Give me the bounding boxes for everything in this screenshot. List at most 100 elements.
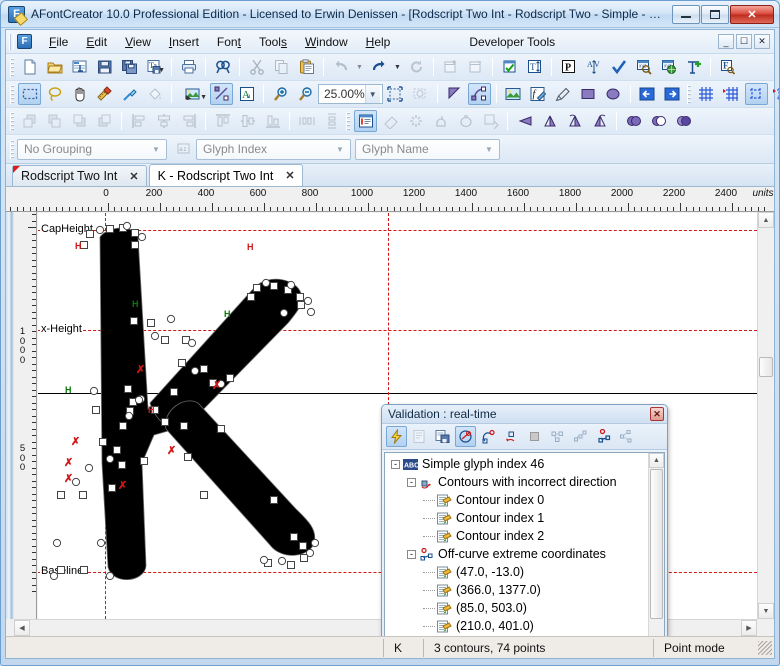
on-curve-point[interactable] <box>297 301 305 309</box>
insert-character-icon[interactable] <box>682 56 705 78</box>
on-curve-point[interactable] <box>300 554 308 562</box>
on-curve-point[interactable] <box>270 496 278 504</box>
off-curve-extreme-icon[interactable] <box>593 426 614 447</box>
off-curve-point[interactable] <box>306 307 316 317</box>
grid-icon[interactable] <box>695 83 718 105</box>
on-curve-point[interactable] <box>86 230 94 238</box>
off-curve-point[interactable] <box>286 280 296 290</box>
menu-window[interactable]: Window <box>296 32 357 52</box>
freehand-icon[interactable]: f <box>527 83 550 105</box>
vertical-ruler[interactable]: 1000 500 <box>14 212 37 619</box>
vertical-scroll-thumb[interactable] <box>759 357 773 377</box>
close-icon[interactable]: ✕ <box>650 407 664 421</box>
metrics-icon[interactable]: T <box>523 56 546 78</box>
chevron-down-icon[interactable]: ▼ <box>200 94 207 101</box>
save-font-as-icon[interactable]: Ta ▼ <box>143 56 166 78</box>
run-validation-icon[interactable] <box>386 426 407 447</box>
on-curve-point[interactable] <box>217 425 225 433</box>
off-curve-point[interactable] <box>277 556 287 566</box>
on-curve-point[interactable] <box>119 422 127 430</box>
toolbar-grip[interactable] <box>10 57 14 77</box>
chevron-down-icon[interactable]: ▼ <box>481 145 497 154</box>
node-graph-icon[interactable] <box>616 426 637 447</box>
glyph-index-combo[interactable]: Glyph Index ▼ <box>196 138 351 160</box>
on-curve-point[interactable] <box>118 461 126 469</box>
postscript-icon[interactable]: P <box>557 56 580 78</box>
print-icon[interactable] <box>177 56 200 78</box>
zoom-out-icon[interactable] <box>294 83 317 105</box>
pan-hand-icon[interactable] <box>68 83 91 105</box>
menu-app-icon[interactable]: F <box>17 34 32 49</box>
guidelines-icon[interactable] <box>744 83 768 105</box>
off-curve-point[interactable] <box>150 331 160 341</box>
ellipse-icon[interactable] <box>602 83 625 105</box>
tree-expander-icon[interactable]: - <box>407 549 416 559</box>
minimize-button[interactable] <box>672 4 700 24</box>
measure-ruler-icon[interactable] <box>93 83 116 105</box>
on-curve-point[interactable] <box>124 385 132 393</box>
scroll-up-icon[interactable]: ▲ <box>758 212 774 228</box>
chevron-down-icon[interactable]: ▼ <box>332 145 348 154</box>
toolbar-grip[interactable] <box>346 111 350 131</box>
new-file-icon[interactable] <box>18 56 41 78</box>
preview-icon[interactable]: xyz <box>632 56 655 78</box>
incorrect-direction-icon[interactable] <box>501 426 522 447</box>
contour-direction-icon[interactable] <box>455 426 476 447</box>
tree-leaf-item[interactable]: Contour index 0 <box>385 491 648 509</box>
find-icon[interactable] <box>211 56 234 78</box>
on-curve-point[interactable] <box>131 241 139 249</box>
on-curve-point[interactable] <box>270 282 278 290</box>
on-curve-point[interactable] <box>253 284 261 292</box>
on-curve-point[interactable] <box>200 365 208 373</box>
tree-leaf-item[interactable]: (210.0, 401.0) <box>385 617 648 635</box>
validation-icon[interactable] <box>498 56 521 78</box>
off-curve-point[interactable] <box>137 232 147 242</box>
kerning-icon[interactable]: AV <box>582 56 605 78</box>
validation-panel[interactable]: Validation : real-time ✕ - ABC Simple gl… <box>381 404 668 636</box>
menu-view[interactable]: View <box>116 32 160 52</box>
off-curve-point[interactable] <box>96 538 106 548</box>
select-marquee-icon[interactable] <box>18 83 41 105</box>
tree-root-item[interactable]: - ABC Simple glyph index 46 <box>385 455 648 473</box>
union-icon[interactable] <box>622 110 645 132</box>
subtract-icon[interactable] <box>647 110 670 132</box>
open-project-icon[interactable] <box>68 56 91 78</box>
off-curve-point[interactable] <box>303 296 313 306</box>
menu-file[interactable]: File <box>40 32 77 52</box>
font-find-icon[interactable]: F <box>716 56 739 78</box>
pen-node-icon[interactable] <box>467 83 491 105</box>
on-curve-point[interactable] <box>57 491 65 499</box>
on-curve-point[interactable] <box>140 457 148 465</box>
on-curve-point[interactable] <box>161 418 169 426</box>
on-curve-point[interactable] <box>147 319 155 327</box>
chevron-down-icon[interactable]: ▼ <box>148 145 164 154</box>
redo-dropdown-icon[interactable]: ▼ <box>392 56 403 78</box>
next-glyph-icon[interactable] <box>661 83 684 105</box>
off-curve-point[interactable] <box>190 366 200 376</box>
off-curve-point[interactable] <box>122 221 132 231</box>
off-curve-point[interactable] <box>49 571 59 581</box>
flip-horizontal-icon[interactable] <box>513 110 536 132</box>
eyedropper-icon[interactable] <box>118 83 141 105</box>
tree-expander-icon[interactable]: - <box>407 477 416 487</box>
close-button[interactable]: ✕ <box>730 4 774 24</box>
toolbar-grip[interactable] <box>10 139 14 159</box>
off-curve-point[interactable] <box>166 314 176 324</box>
chevron-down-icon[interactable]: ▼ <box>158 67 165 74</box>
on-curve-point[interactable] <box>184 453 192 461</box>
tree-leaf-item[interactable]: (47.0, -13.0) <box>385 563 648 581</box>
extremes-icon[interactable] <box>570 426 591 447</box>
menu-help[interactable]: Help <box>357 32 400 52</box>
on-curve-point[interactable] <box>226 374 234 382</box>
off-curve-point[interactable] <box>105 454 115 464</box>
tree-leaf-item[interactable]: Contour index 2 <box>385 527 648 545</box>
menu-insert[interactable]: Insert <box>160 32 208 52</box>
off-curve-point[interactable] <box>105 571 115 581</box>
snap-guides-icon[interactable] <box>770 83 779 105</box>
zoom-in-icon[interactable] <box>269 83 292 105</box>
off-curve-point[interactable] <box>259 555 269 565</box>
off-curve-point[interactable] <box>305 548 315 558</box>
resize-grip[interactable] <box>758 640 772 655</box>
on-curve-point[interactable] <box>106 225 114 233</box>
on-curve-point[interactable] <box>92 406 100 414</box>
